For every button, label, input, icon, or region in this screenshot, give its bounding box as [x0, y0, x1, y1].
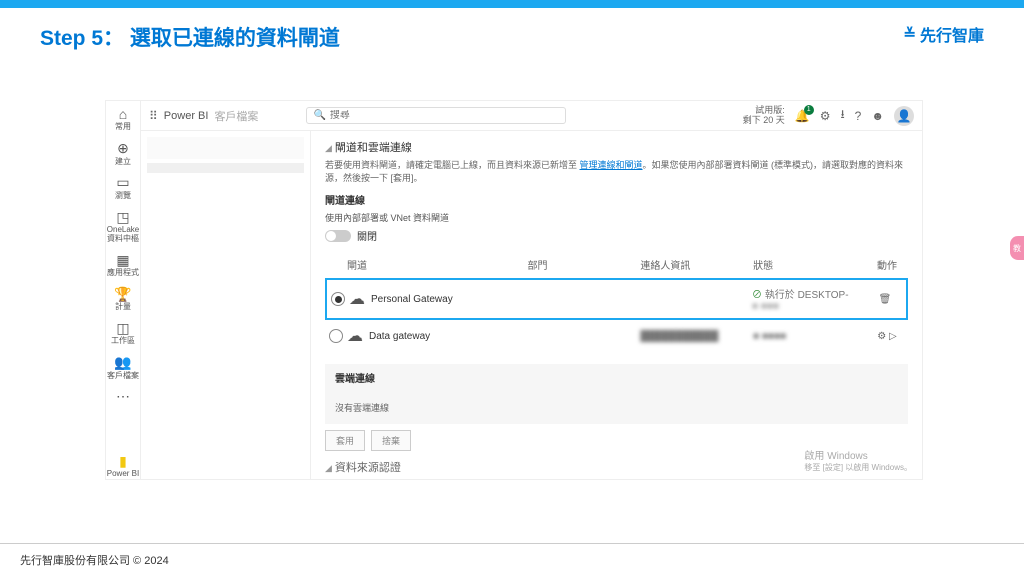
search-input[interactable]	[330, 110, 560, 121]
trial-status: 試用版:剩下 20 天	[743, 106, 785, 126]
search-icon: 🔍	[313, 110, 325, 121]
people-icon: 👥	[106, 355, 140, 370]
onelake-icon: ◳	[106, 210, 140, 225]
waffle-icon[interactable]: ⠿	[149, 109, 156, 123]
help-button[interactable]: ?	[855, 109, 862, 123]
rail-powerbi[interactable]: ▮Power BI	[106, 454, 140, 479]
side-tab[interactable]: 教	[1010, 236, 1024, 260]
apply-button[interactable]: 套用	[325, 430, 365, 451]
gateway-toggle[interactable]	[325, 230, 351, 242]
col-dept: 部門	[528, 257, 641, 272]
radio-data-gateway[interactable]	[329, 329, 343, 343]
col-gateway: 閘道	[347, 257, 528, 272]
rail-onelake[interactable]: ◳OneLake 資料中樞	[106, 210, 140, 244]
folder-icon: ▭	[106, 175, 140, 190]
delete-gateway-button[interactable]: 🗑	[864, 294, 906, 305]
left-rail: ⌂常用 ⊕建立 ▭瀏覽 ◳OneLake 資料中樞 ▦應用程式 🏆計量 ◫工作區…	[106, 101, 141, 479]
side-panel	[141, 131, 311, 479]
sidepanel-item[interactable]	[147, 137, 304, 159]
cloud-user-icon: ☁	[349, 289, 365, 309]
collapse-icon: ◢	[325, 463, 332, 473]
brand-text: 先行智庫	[920, 22, 984, 46]
brand-icon: ≚	[903, 25, 916, 43]
notifications-button[interactable]: 🔔1	[795, 109, 810, 123]
discard-button[interactable]: 捨棄	[371, 430, 411, 451]
gateway-actions[interactable]: ⚙ ▷	[866, 331, 908, 342]
rail-home[interactable]: ⌂常用	[106, 107, 140, 132]
toggle-state-text: 關閉	[357, 228, 377, 243]
gateway-name: Personal Gateway	[371, 294, 453, 305]
product-name: Power BI	[164, 110, 209, 122]
account-avatar[interactable]: 👤	[894, 106, 914, 126]
search-box[interactable]: 🔍	[306, 107, 566, 124]
cell-status: ■ ■■■■	[753, 331, 866, 342]
gateway-connections-heading: 閘道連線	[325, 192, 908, 207]
rail-create[interactable]: ⊕建立	[106, 141, 140, 166]
rail-customer[interactable]: 👥客戶檔案	[106, 355, 140, 380]
ellipsis-icon: ⋯	[106, 389, 140, 404]
no-cloud-connections: 沒有雲端連線	[325, 391, 908, 424]
workspace-icon: ◫	[106, 321, 140, 336]
section-gateway-cloud[interactable]: ◢閘道和雲端連線	[325, 139, 908, 155]
app-header: ⠿ Power BI客戶檔案 🔍 試用版:剩下 20 天 🔔1 ⚙ ⭳ ? ☻ …	[141, 101, 922, 131]
brand-logo: ≚先行智庫	[903, 22, 984, 46]
gateway-row-data[interactable]: ☁ Data gateway ███████████ ■ ■■■■ ⚙ ▷	[325, 320, 908, 352]
slide-footer: 先行智庫股份有限公司 © 2024	[0, 543, 1024, 576]
manage-gateways-link[interactable]: 管理連線和閘道	[580, 160, 643, 170]
powerbi-icon: ▮	[106, 454, 140, 469]
rail-workspaces[interactable]: ◫工作區	[106, 321, 140, 346]
feedback-button[interactable]: ☻	[871, 109, 884, 123]
rail-apps[interactable]: ▦應用程式	[106, 253, 140, 278]
sidepanel-subitem[interactable]	[147, 163, 304, 173]
windows-activation-watermark: 啟用 Windows 移至 [設定] 以啟用 Windows。	[804, 450, 912, 473]
plus-icon: ⊕	[106, 141, 140, 156]
rail-browse[interactable]: ▭瀏覽	[106, 175, 140, 200]
cloud-connections-heading: 雲端連線	[325, 364, 908, 391]
col-actions: 動作	[866, 257, 908, 272]
cell-status: ⊘ 執行於 DESKTOP-■ ■■■	[752, 286, 864, 312]
radio-personal-gateway[interactable]	[331, 292, 345, 306]
trophy-icon: 🏆	[106, 287, 140, 302]
gateway-row-personal[interactable]: ☁ Personal Gateway ⊘ 執行於 DESKTOP-■ ■■■ 🗑	[325, 278, 908, 320]
step-title: Step 5： 選取已連線的資料閘道	[40, 22, 340, 52]
notif-badge: 1	[804, 105, 814, 115]
rail-metrics[interactable]: 🏆計量	[106, 287, 140, 312]
breadcrumb-context: 客戶檔案	[214, 108, 258, 124]
cell-contact: ███████████	[640, 331, 753, 342]
settings-button[interactable]: ⚙	[820, 109, 831, 123]
gateway-table: 閘道 部門 連絡人資訊 狀態 動作 ☁ Personal Gateway ⊘ 執行…	[325, 253, 908, 352]
powerbi-app: ⌂常用 ⊕建立 ▭瀏覽 ◳OneLake 資料中樞 ▦應用程式 🏆計量 ◫工作區…	[105, 100, 923, 480]
rail-more[interactable]: ⋯	[106, 389, 140, 405]
help-text: 若要使用資料閘道，請確定電腦已上線，而且資料來源已新增至 管理連線和閘道。如果您…	[325, 159, 908, 184]
gateway-mode-label: 使用內部部署或 VNet 資料閘道	[325, 211, 908, 224]
cloud-gear-icon: ☁	[347, 326, 363, 346]
col-contact: 連絡人資訊	[640, 257, 753, 272]
gateway-name: Data gateway	[369, 331, 430, 342]
apps-icon: ▦	[106, 253, 140, 268]
download-button[interactable]: ⭳	[840, 105, 844, 126]
col-status: 狀態	[753, 257, 866, 272]
home-icon: ⌂	[106, 107, 140, 122]
settings-content: ◢閘道和雲端連線 若要使用資料閘道，請確定電腦已上線，而且資料來源已新增至 管理…	[311, 131, 922, 479]
collapse-icon: ◢	[325, 143, 332, 153]
